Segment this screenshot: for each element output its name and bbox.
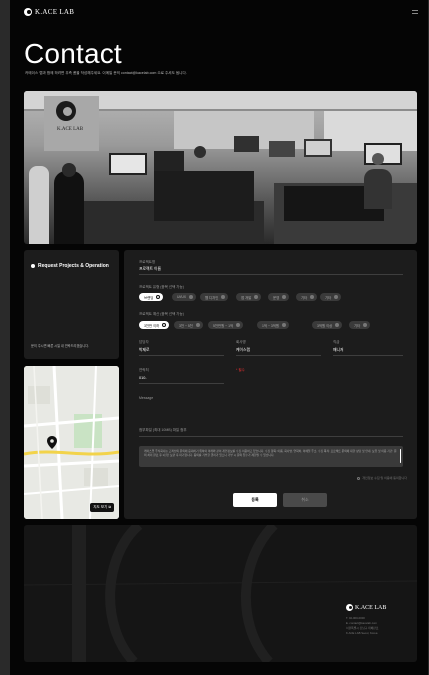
privacy-agree-label: 개인정보 수집 및 이용에 동의합니다 bbox=[362, 476, 407, 480]
divider bbox=[333, 355, 403, 356]
check-icon bbox=[156, 295, 161, 299]
company-input[interactable]: 케이스랩 bbox=[236, 348, 250, 353]
chip-label: 운영 bbox=[273, 295, 280, 300]
phone-input[interactable]: 010- bbox=[139, 376, 147, 380]
location-map[interactable]: 지도 보기 ⧉ bbox=[24, 366, 119, 519]
footer-watermark-graphic bbox=[24, 525, 417, 662]
chip-type-3[interactable]: 앱 개발 bbox=[236, 293, 262, 301]
chip-label: 3천만 이하 bbox=[144, 323, 160, 328]
wall-sign: K.ACE LAB bbox=[57, 127, 84, 132]
chip-type-6[interactable]: 기타 bbox=[320, 293, 342, 301]
brand-name: K.ACE LAB bbox=[35, 8, 75, 16]
divider bbox=[139, 436, 403, 437]
divider bbox=[139, 274, 403, 275]
privacy-policy-box[interactable]: 케이스랩 주식회사는 고객님의 문의에 응대하기 위하여 아래와 같이 개인정보… bbox=[139, 446, 403, 467]
logo-mark-icon bbox=[346, 604, 353, 611]
project-type-label: 프로젝트 유형 (중복 선택 가능) bbox=[139, 285, 184, 289]
footer-logo[interactable]: K.ACE LAB bbox=[346, 604, 386, 611]
checkbox-icon bbox=[357, 476, 361, 480]
divider bbox=[139, 383, 224, 384]
page-description: 카에이스 랩과 함께 하려면 우측 폼을 작성해주세요. 이메일 문의 cont… bbox=[25, 71, 187, 75]
request-title: Request Projects & Operation bbox=[38, 263, 109, 269]
footer-brand-name: K.ACE LAB bbox=[355, 604, 387, 611]
chip-label: 기타 bbox=[354, 323, 361, 328]
check-icon bbox=[282, 323, 286, 327]
check-icon bbox=[195, 323, 200, 327]
chip-label: 5천만원 ~ 1억 bbox=[213, 323, 234, 328]
check-icon bbox=[335, 323, 340, 327]
chip-label: 앱 개발 bbox=[241, 295, 252, 300]
bullet-icon bbox=[31, 264, 35, 268]
check-icon bbox=[363, 323, 368, 327]
company-label: 회사명 bbox=[236, 340, 246, 344]
check-icon bbox=[310, 295, 315, 299]
request-card: Request Projects & Operation 문의 주시면 빠른 시… bbox=[24, 250, 119, 359]
check-icon bbox=[189, 295, 194, 299]
check-icon bbox=[282, 295, 287, 299]
footer: K.ACE LAB T. 02-000-0000 E. contact@kace… bbox=[24, 525, 417, 662]
hamburger-icon[interactable] bbox=[412, 10, 418, 14]
chip-type-2[interactable]: 웹 디자인 bbox=[200, 293, 229, 301]
chip-budget-1[interactable]: 3천 ~ 5천 bbox=[174, 321, 203, 329]
position-input[interactable]: 매니저 bbox=[333, 348, 343, 353]
top-bar: K.ACE LAB bbox=[10, 0, 428, 26]
chip-type-1[interactable]: UI/UX bbox=[172, 293, 197, 301]
map-open-button[interactable]: 지도 보기 ⧉ bbox=[90, 503, 114, 512]
scrollbar-thumb[interactable] bbox=[399, 449, 401, 463]
chip-budget-3[interactable]: 1억 ~ 3억원 bbox=[257, 321, 289, 329]
project-name-label: 프로젝트명 bbox=[139, 260, 156, 264]
chip-label: 기타 bbox=[325, 295, 332, 300]
chip-label: 웹 디자인 bbox=[205, 295, 219, 300]
file-attach-label[interactable]: 첨부파일 (최대 10MB) 파일 첨부 bbox=[139, 428, 187, 433]
privacy-agree-checkbox[interactable]: 개인정보 수집 및 이용에 동의합니다 bbox=[357, 476, 407, 480]
chip-label: 1억 ~ 3억원 bbox=[262, 323, 279, 328]
name-label: 담당자 bbox=[139, 340, 149, 344]
chip-budget-2[interactable]: 5천만원 ~ 1억 bbox=[208, 321, 244, 329]
check-icon bbox=[254, 295, 259, 299]
required-note: * 필수 bbox=[236, 368, 245, 372]
chip-budget-4[interactable]: 3억원 이상 bbox=[312, 321, 343, 329]
request-title-row: Request Projects & Operation bbox=[31, 263, 109, 269]
chip-label: UI/UX bbox=[177, 295, 187, 299]
budget-label: 프로젝트 예산 (중복 선택 가능) bbox=[139, 312, 184, 316]
chip-label: 3억원 이상 bbox=[317, 323, 333, 328]
project-name-input[interactable]: 프로젝트 이름 bbox=[139, 267, 161, 272]
page-title: Contact bbox=[24, 38, 122, 69]
chip-type-4[interactable]: 운영 bbox=[268, 293, 290, 301]
chip-budget-5[interactable]: 기타 bbox=[349, 321, 371, 329]
request-note: 문의 주시면 빠른 시일 내 연락드리겠습니다. bbox=[31, 344, 90, 348]
privacy-text: 케이스랩 주식회사는 고객님의 문의에 응대하기 위하여 아래와 같이 개인정보… bbox=[144, 449, 397, 457]
footer-info-line: K.ACE LAB Seoul, Korea bbox=[346, 631, 378, 635]
map-pin-icon bbox=[47, 436, 57, 449]
map-graphic bbox=[24, 366, 119, 519]
brand-logo[interactable]: K.ACE LAB bbox=[24, 8, 74, 16]
position-label: 직급 bbox=[333, 340, 340, 344]
footer-info-line: E. contact@kacelab.com bbox=[346, 621, 377, 625]
name-input[interactable]: 박제로 bbox=[139, 348, 149, 353]
check-icon bbox=[162, 323, 167, 327]
contact-page: K.ACE LAB Contact 카에이스 랩과 함께 하려면 우측 폼을 작… bbox=[10, 0, 428, 675]
phone-label: 연락처 bbox=[139, 368, 149, 372]
logo-mark-icon bbox=[24, 8, 32, 16]
check-icon bbox=[236, 323, 241, 327]
office-photo: K.ACE LAB bbox=[24, 91, 417, 244]
chip-type-5[interactable]: 기타 bbox=[296, 293, 318, 301]
message-label: Message bbox=[139, 396, 154, 400]
chip-label: 브랜딩 bbox=[144, 295, 154, 300]
footer-info-line: 서울특별시 강남구 테헤란로 bbox=[346, 626, 379, 630]
footer-info-line: T. 02-000-0000 bbox=[346, 616, 365, 620]
contact-form: 프로젝트명 프로젝트 이름 프로젝트 유형 (중복 선택 가능) 브랜딩 UI/… bbox=[124, 250, 417, 519]
cancel-button[interactable]: 취소 bbox=[283, 493, 327, 507]
chip-label: 기타 bbox=[301, 295, 308, 300]
submit-button[interactable]: 등록 bbox=[233, 493, 277, 507]
divider bbox=[139, 355, 224, 356]
divider bbox=[236, 355, 321, 356]
chip-label: 3천 ~ 5천 bbox=[179, 323, 193, 328]
check-icon bbox=[221, 295, 226, 299]
map-button-label: 지도 보기 bbox=[93, 505, 108, 509]
chip-type-0[interactable]: 브랜딩 bbox=[139, 293, 164, 301]
check-icon bbox=[334, 295, 339, 299]
chip-budget-0[interactable]: 3천만 이하 bbox=[139, 321, 170, 329]
